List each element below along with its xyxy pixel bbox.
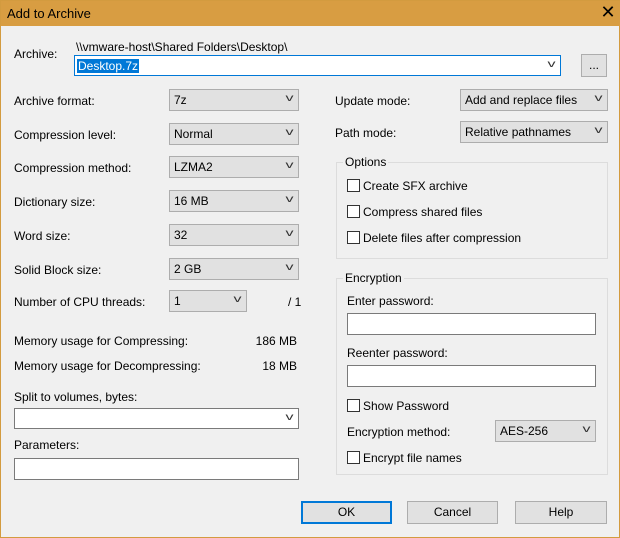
chevron-down-icon: v: [285, 160, 294, 171]
cpu-threads-select[interactable]: 1v: [169, 290, 247, 312]
split-volumes-label: Split to volumes, bytes:: [14, 390, 138, 404]
memory-compress-value: 186 MB: [255, 334, 297, 348]
help-button[interactable]: Help: [515, 501, 607, 524]
memory-decompress-value: 18 MB: [262, 359, 297, 373]
options-title: Options: [343, 155, 389, 169]
compression-method-value: LZMA2: [174, 160, 213, 174]
memory-decompress-label: Memory usage for Decompressing:: [14, 359, 201, 373]
compression-level-label: Compression level:: [14, 128, 117, 142]
path-mode-label: Path mode:: [335, 126, 397, 140]
add-to-archive-dialog: Add to Archive ✕ Archive: \\vmware-host\…: [0, 0, 620, 538]
archive-path: \\vmware-host\Shared Folders\Desktop\: [76, 40, 288, 54]
browse-button[interactable]: ...: [581, 54, 607, 77]
word-size-value: 32: [174, 228, 188, 242]
chevron-down-icon: v: [594, 93, 603, 104]
solid-block-value: 2 GB: [174, 262, 202, 276]
solid-block-label: Solid Block size:: [14, 263, 102, 277]
memory-compress-label: Memory usage for Compressing:: [14, 334, 189, 348]
compression-method-label: Compression method:: [14, 161, 132, 175]
encryption-method-value: AES-256: [500, 424, 549, 438]
window-title: Add to Archive: [7, 6, 91, 21]
create-sfx-checkbox[interactable]: [347, 179, 360, 192]
close-icon[interactable]: ✕: [598, 2, 618, 23]
parameters-label: Parameters:: [14, 438, 80, 452]
cpu-threads-value: 1: [174, 294, 181, 308]
chevron-down-icon: v: [582, 424, 591, 435]
encryption-method-select[interactable]: AES-256 v: [495, 420, 596, 442]
archive-name-value: Desktop.7z: [77, 59, 140, 73]
archive-format-label: Archive format:: [14, 94, 95, 108]
cpu-threads-label: Number of CPU threads:: [14, 295, 146, 309]
chevron-down-icon[interactable]: v: [286, 412, 294, 423]
create-sfx-label[interactable]: Create SFX archive: [363, 179, 468, 193]
chevron-down-icon: v: [285, 228, 294, 239]
archive-format-select[interactable]: 7z v: [169, 89, 299, 111]
compress-shared-label[interactable]: Compress shared files: [363, 205, 482, 219]
compression-level-value: Normal: [174, 127, 213, 141]
title-bar: Add to Archive ✕: [1, 1, 620, 26]
chevron-down-icon: v: [285, 127, 294, 138]
word-size-select[interactable]: 32 v: [169, 224, 299, 246]
update-mode-label: Update mode:: [335, 94, 411, 108]
ok-button[interactable]: OK: [301, 501, 392, 524]
split-volumes-combo[interactable]: v: [14, 408, 299, 429]
encrypt-names-label[interactable]: Encrypt file names: [363, 451, 462, 465]
show-password-checkbox[interactable]: [347, 399, 360, 412]
encryption-title: Encryption: [343, 271, 404, 285]
chevron-down-icon: v: [233, 294, 242, 305]
reenter-password-label: Reenter password:: [347, 346, 448, 360]
dictionary-size-label: Dictionary size:: [14, 195, 96, 209]
solid-block-select[interactable]: 2 GB v: [169, 258, 299, 280]
delete-after-checkbox[interactable]: [347, 231, 360, 244]
chevron-down-icon: v: [285, 262, 294, 273]
reenter-password-input[interactable]: [347, 365, 596, 387]
cancel-button[interactable]: Cancel: [407, 501, 498, 524]
parameters-input[interactable]: [14, 458, 299, 480]
path-mode-value: Relative pathnames: [465, 125, 572, 139]
archive-label: Archive:: [14, 47, 58, 61]
update-mode-select[interactable]: Add and replace files v: [460, 89, 608, 111]
chevron-down-icon: v: [285, 93, 294, 104]
enter-password-label: Enter password:: [347, 294, 434, 308]
compression-method-select[interactable]: LZMA2 v: [169, 156, 299, 178]
archive-format-value: 7z: [174, 93, 187, 107]
chevron-down-icon: v: [285, 194, 294, 205]
compression-level-select[interactable]: Normal v: [169, 123, 299, 145]
encrypt-names-checkbox[interactable]: [347, 451, 360, 464]
chevron-down-icon: v: [594, 125, 603, 136]
dictionary-size-value: 16 MB: [174, 194, 209, 208]
dictionary-size-select[interactable]: 16 MB v: [169, 190, 299, 212]
update-mode-value: Add and replace files: [465, 93, 578, 107]
chevron-down-icon[interactable]: v: [548, 59, 556, 70]
compress-shared-checkbox[interactable]: [347, 205, 360, 218]
cpu-threads-max: / 1: [288, 295, 302, 309]
encryption-method-label: Encryption method:: [347, 425, 451, 439]
show-password-label[interactable]: Show Password: [363, 399, 449, 413]
archive-name-combo[interactable]: Desktop.7z v: [74, 55, 561, 76]
enter-password-input[interactable]: [347, 313, 596, 335]
path-mode-select[interactable]: Relative pathnames v: [460, 121, 608, 143]
word-size-label: Word size:: [14, 229, 71, 243]
delete-after-label[interactable]: Delete files after compression: [363, 231, 521, 245]
